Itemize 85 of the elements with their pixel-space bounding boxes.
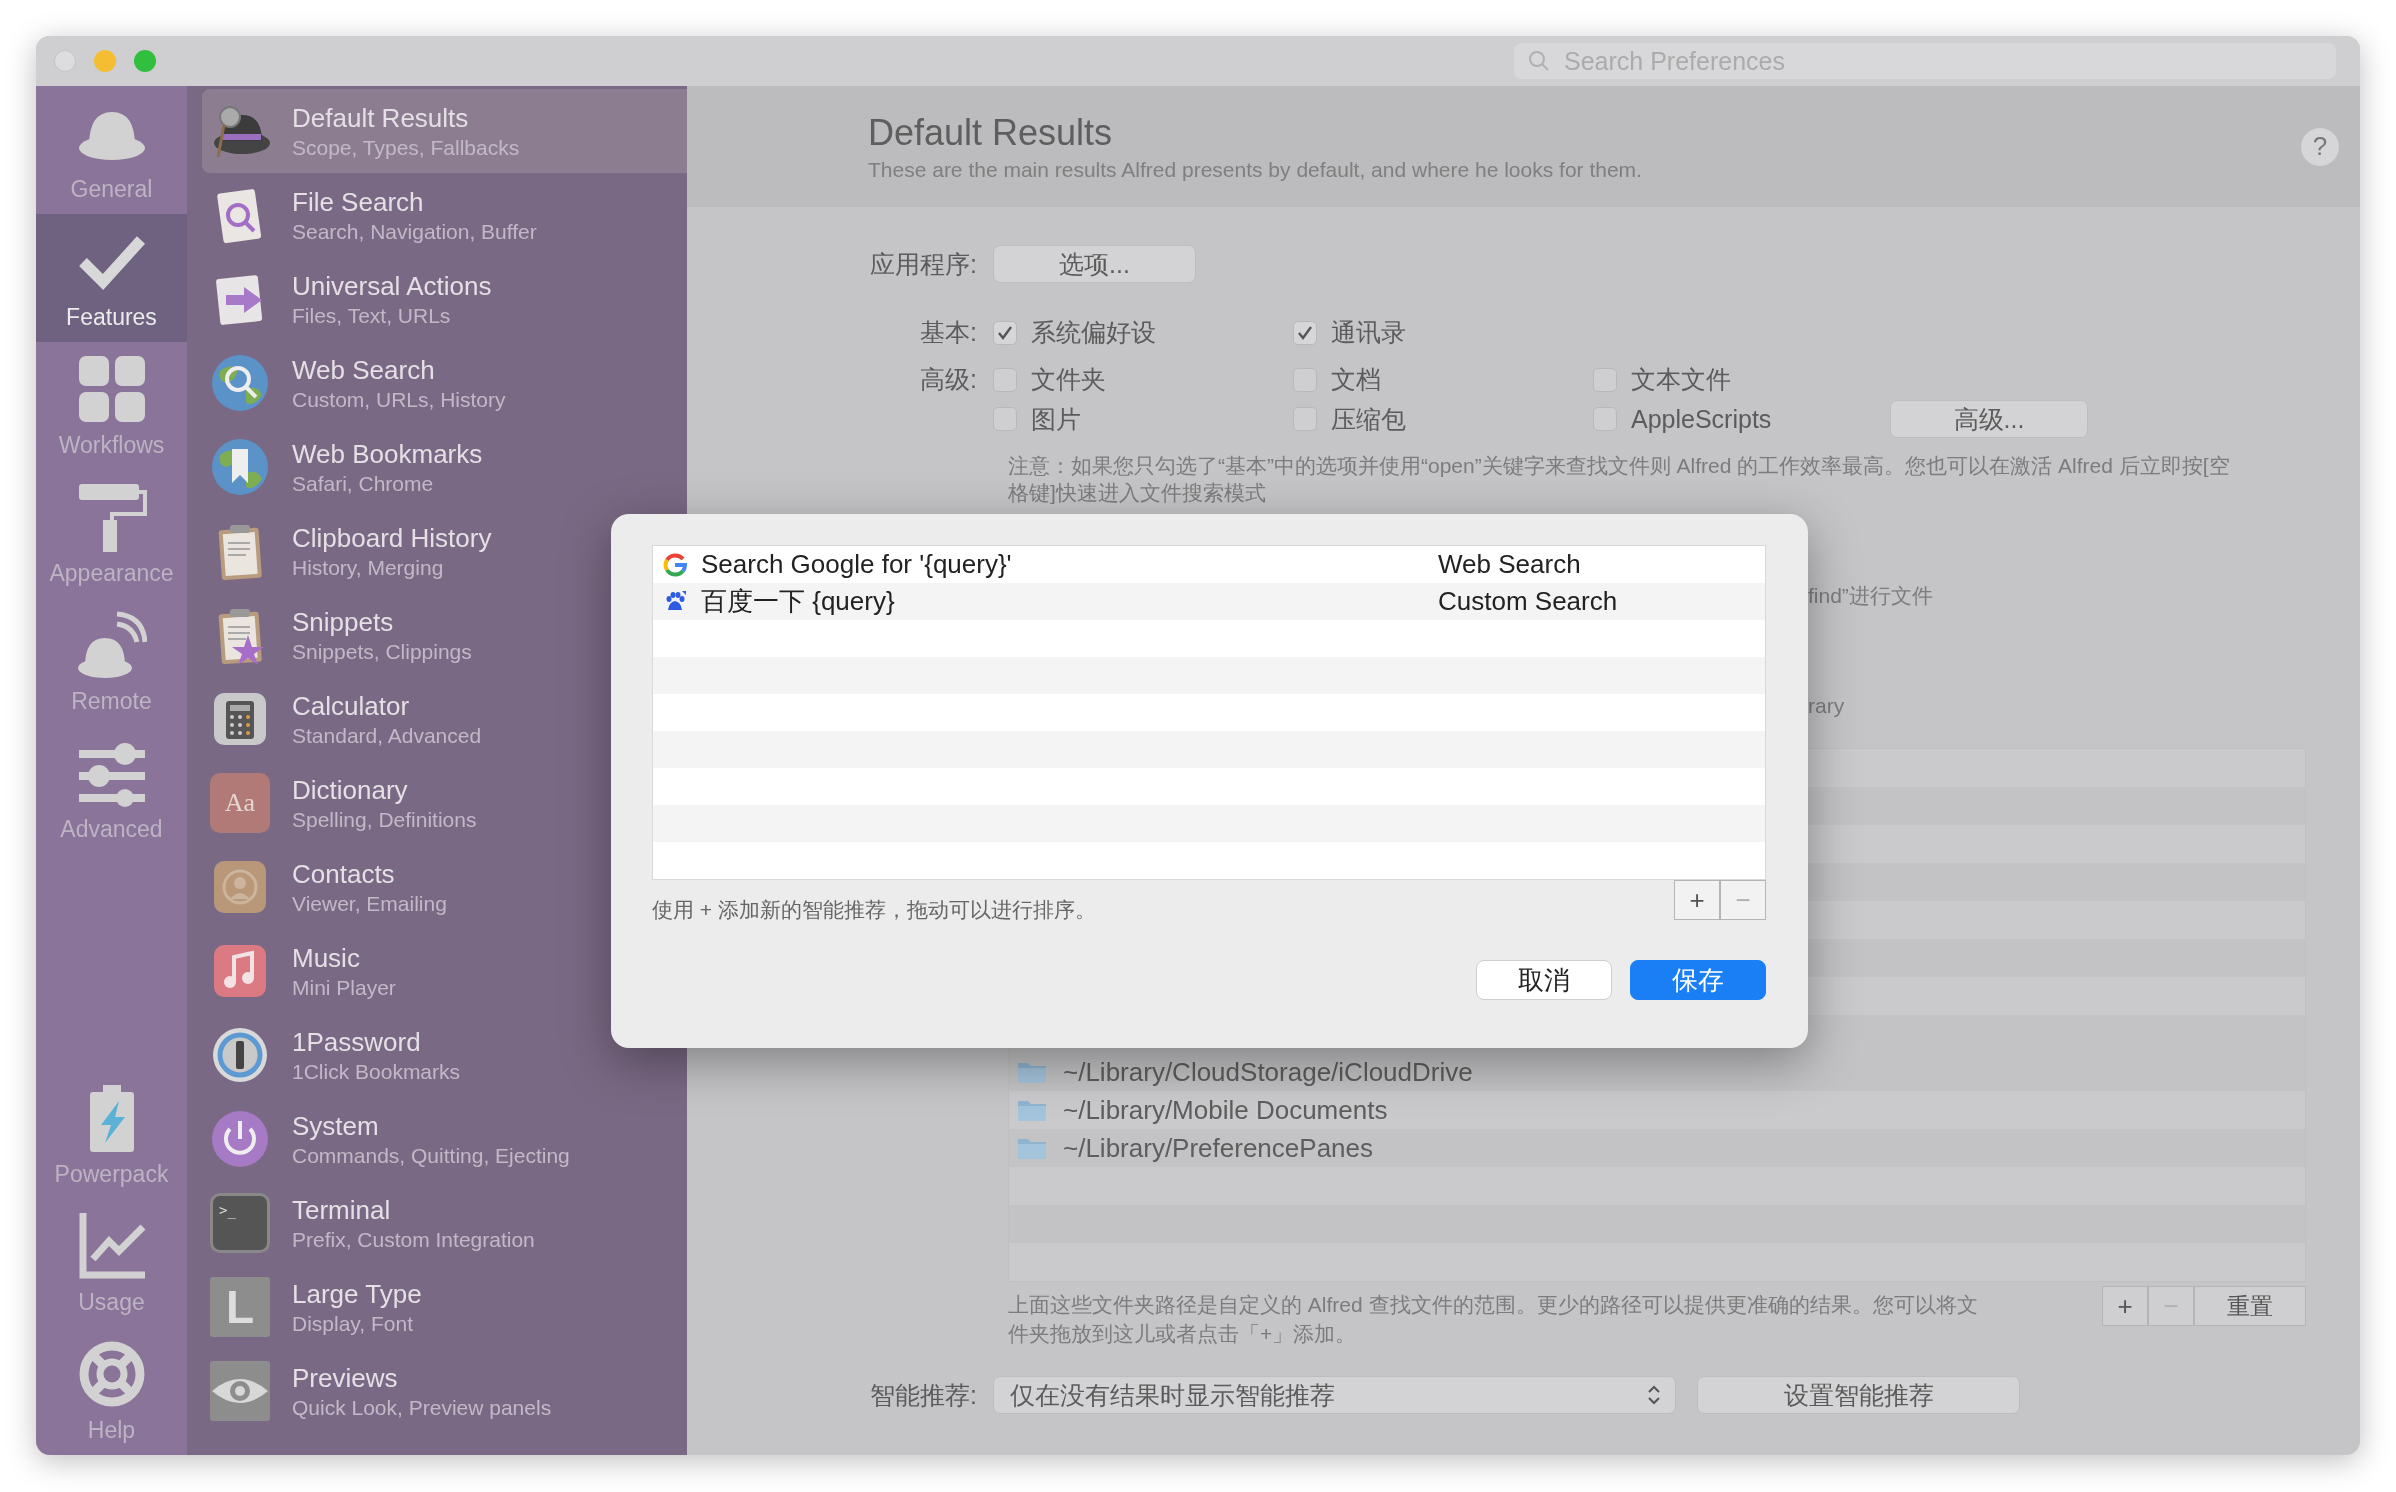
scope-note: 上面这些文件夹路径是自定义的 Alfred 查找文件的范围。更少的路径可以提供更准确的结果。您可以将文件夹拖放到这儿或者点击「+」添加。 xyxy=(1008,1292,1979,1347)
minimize-button[interactable] xyxy=(94,50,116,72)
table-cell: Web Search xyxy=(1438,549,1581,580)
stepper-icon xyxy=(1647,1384,1661,1406)
page-subtitle: These are the main results Alfred presents by default, and where he looks for them. xyxy=(868,157,1642,182)
search-icon xyxy=(1528,50,1550,72)
advanced-button[interactable]: 高级... xyxy=(1890,400,2088,438)
partial-text: find”进行文件 xyxy=(1808,584,1933,607)
google-logo-icon xyxy=(663,552,687,577)
nav-tab[interactable]: Workflows xyxy=(36,342,187,470)
cancel-button[interactable]: 取消 xyxy=(1476,960,1612,1000)
feature-item[interactable]: 1Password 1Click Bookmarks xyxy=(202,1013,687,1097)
nav-tab[interactable]: Features xyxy=(36,214,187,342)
partial-text: rary xyxy=(1808,694,1845,717)
nav-tab[interactable]: General xyxy=(36,86,187,214)
nav-tab[interactable]: Advanced xyxy=(36,726,187,854)
hat-signal-icon xyxy=(76,609,147,680)
folder-row[interactable]: ~/Library/PreferencePanes xyxy=(1009,1129,2305,1167)
keyhole-icon xyxy=(210,1025,270,1085)
checkbox-label: 文件夹 xyxy=(1031,364,1106,395)
folder-row[interactable]: ~/Library/Mobile Documents xyxy=(1009,1091,2305,1129)
fallback-settings-button[interactable]: 设置智能推荐 xyxy=(1697,1376,2020,1414)
folder-icon xyxy=(1017,1098,1047,1122)
large-type-icon: L xyxy=(210,1277,270,1337)
checkbox-label: 文档 xyxy=(1331,364,1381,395)
grid-icon xyxy=(76,353,147,424)
feature-item[interactable]: Universal Actions Files, Text, URLs xyxy=(202,257,687,341)
feature-item[interactable]: Web Search Custom, URLs, History xyxy=(202,341,687,425)
paint-roller-icon xyxy=(76,481,147,552)
feature-item[interactable]: Web Bookmarks Safari, Chrome xyxy=(202,425,687,509)
folder-icon xyxy=(1017,1136,1047,1160)
power-icon xyxy=(210,1109,270,1169)
feature-item[interactable]: >_ Terminal Prefix, Custom Integration xyxy=(202,1181,687,1265)
feature-item[interactable]: System Commands, Quitting, Ejecting xyxy=(202,1097,687,1181)
checkbox-label: 文本文件 xyxy=(1631,364,1731,395)
globe-bookmark-icon xyxy=(210,437,270,497)
terminal-icon: >_ xyxy=(210,1193,270,1253)
feature-item[interactable]: File Search Search, Navigation, Buffer xyxy=(202,173,687,257)
field-label: 高级: xyxy=(919,364,978,395)
nav-tab[interactable]: Help xyxy=(36,1327,187,1455)
close-button[interactable] xyxy=(54,50,76,72)
feature-item[interactable]: Previews Quick Look, Preview panels xyxy=(202,1349,687,1433)
field-label: 应用程序: xyxy=(869,248,978,280)
field-label: 基本: xyxy=(919,317,978,348)
checkbox[interactable] xyxy=(993,407,1017,431)
checkbox-label: 压缩包 xyxy=(1331,403,1406,435)
folder-icon xyxy=(1017,1060,1047,1084)
nav-tab[interactable]: Appearance xyxy=(36,470,187,598)
checkbox[interactable] xyxy=(993,367,1017,392)
checkbox-label: 图片 xyxy=(1031,403,1081,435)
feature-item[interactable]: Default Results Scope, Types, Fallbacks xyxy=(202,89,687,173)
page-title: Default Results xyxy=(868,111,1114,154)
feature-item[interactable]: L Large Type Display, Font xyxy=(202,1265,687,1349)
globe-search-icon xyxy=(210,353,270,413)
feature-item[interactable]: Music Mini Player xyxy=(202,929,687,1013)
dictionary-icon: Aa xyxy=(210,773,270,833)
save-button[interactable]: 保存 xyxy=(1630,960,1766,1000)
feature-item[interactable]: Aa Dictionary Spelling, Definitions xyxy=(202,761,687,845)
help-button[interactable]: ? xyxy=(2300,126,2340,167)
table-row[interactable]: 百度一下 {query} Custom Search xyxy=(653,583,1765,620)
checkbox[interactable] xyxy=(1293,407,1317,431)
nav-tab[interactable]: Powerpack xyxy=(36,1071,187,1199)
checkbox[interactable] xyxy=(1593,367,1617,392)
checkbox[interactable] xyxy=(1293,320,1317,345)
checkbox[interactable] xyxy=(1293,367,1317,392)
hint-text: 使用 + 添加新的智能推荐，拖动可以进行排序。 xyxy=(652,897,1096,923)
folder-row[interactable]: ~/Library/CloudStorage/iCloudDrive xyxy=(1009,1053,2305,1091)
nav-tab[interactable]: Usage xyxy=(36,1199,187,1327)
add-button[interactable]: + xyxy=(2102,1286,2148,1326)
fallback-dropdown[interactable]: 仅在没有结果时显示智能推荐 xyxy=(993,1376,1676,1414)
feature-item[interactable]: Calculator Standard, Advanced xyxy=(202,677,687,761)
checkbox-label: 通讯录 xyxy=(1331,317,1406,348)
zoom-button[interactable] xyxy=(134,50,156,72)
options-button[interactable]: 选项... xyxy=(993,245,1196,283)
table-cell: Custom Search xyxy=(1438,586,1618,617)
eye-icon xyxy=(210,1361,270,1421)
checkbox[interactable] xyxy=(993,320,1017,345)
nav-tab[interactable]: Remote xyxy=(36,598,187,726)
checkbox-label: AppleScripts xyxy=(1631,404,1772,434)
checkbox-label: 系统偏好设 xyxy=(1031,317,1156,348)
reset-button[interactable]: 重置 xyxy=(2194,1286,2306,1326)
note-text: 注意：如果您只勾选了“基本”中的选项并使用“open”关键字来查找文件则 Alfred 的工作效率最高。您也可以在激活 Alfred 后立即按[空格键]快速进入文件搜索模式 xyxy=(1008,453,2231,506)
add-button[interactable]: + xyxy=(1674,880,1720,920)
field-label: 智能推荐: xyxy=(869,1379,978,1411)
checkbox[interactable] xyxy=(1593,407,1617,431)
